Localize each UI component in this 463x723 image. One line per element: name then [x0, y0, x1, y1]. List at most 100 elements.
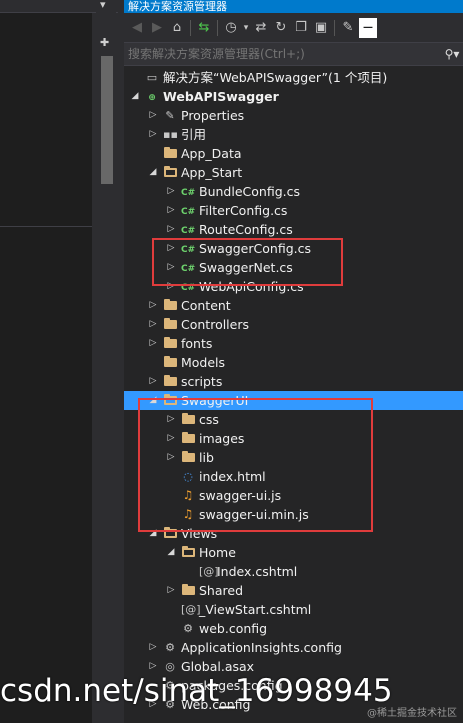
sync-icon[interactable]: ⇆	[195, 18, 213, 38]
folder-icon	[163, 334, 177, 353]
folder-icon	[163, 372, 177, 391]
tree-row[interactable]: ▷ ⚙ ApplicationInsights.config	[124, 638, 463, 657]
tree-row[interactable]: App_Data	[124, 144, 463, 163]
tree-item-label: Shared	[199, 583, 244, 598]
switch-icon[interactable]: ⇄	[252, 18, 270, 38]
search-input[interactable]	[124, 46, 441, 62]
tree-row[interactable]: ♫ swagger-ui.min.js	[124, 505, 463, 524]
editor-scrollbar-thumb[interactable]	[101, 56, 113, 184]
collapsed-arrow-icon[interactable]: ▷	[148, 106, 158, 125]
tree-item-label: SwaggerConfig.cs	[199, 241, 311, 256]
tree-item-label: WebAPISwagger	[163, 89, 279, 104]
tree-row[interactable]: [@] _ViewStart.cshtml	[124, 600, 463, 619]
dropdown-icon[interactable]: ▾	[100, 0, 106, 11]
collapsed-arrow-icon[interactable]: ▷	[148, 315, 158, 334]
refresh-icon[interactable]: ↻	[272, 18, 290, 38]
tree-row[interactable]: ▷ C# SwaggerConfig.cs	[124, 239, 463, 258]
tree-row[interactable]: ▷ C# FilterConfig.cs	[124, 201, 463, 220]
collapsed-arrow-icon[interactable]: ▷	[166, 258, 176, 277]
pin-icon[interactable]: ✚	[100, 36, 109, 49]
tree-item-label: Index.cshtml	[217, 564, 298, 579]
tree-row[interactable]: ▷ scripts	[124, 372, 463, 391]
tree-item-label: App_Data	[181, 146, 242, 161]
collapsed-arrow-icon[interactable]: ▷	[166, 448, 176, 467]
tree-row[interactable]: ▷ images	[124, 429, 463, 448]
tree-row[interactable]: ◢ Views	[124, 524, 463, 543]
tree-row[interactable]: ▷ ▪▪ 引用	[124, 125, 463, 144]
expanded-arrow-icon[interactable]: ◢	[148, 524, 158, 543]
tree-row[interactable]: ▷ Shared	[124, 581, 463, 600]
collapsed-arrow-icon[interactable]: ▷	[166, 220, 176, 239]
tree-row[interactable]: Models	[124, 353, 463, 372]
toolbar-separator	[190, 19, 191, 36]
folder-icon	[163, 353, 177, 372]
folder-icon	[181, 448, 195, 467]
tree-row[interactable]: ▷ fonts	[124, 334, 463, 353]
tree-item-label: ApplicationInsights.config	[181, 640, 342, 655]
expanded-arrow-icon[interactable]: ◢	[148, 163, 158, 182]
collapsed-arrow-icon[interactable]: ▷	[166, 429, 176, 448]
collapsed-arrow-icon[interactable]: ▷	[148, 334, 158, 353]
config-icon: ⚙	[165, 641, 175, 654]
tree-row[interactable]: ◌ index.html	[124, 467, 463, 486]
collapsed-arrow-icon[interactable]: ▷	[166, 581, 176, 600]
tree-row[interactable]: ◢ ⊕ WebAPISwagger	[124, 87, 463, 106]
collapsed-arrow-icon[interactable]: ▷	[166, 201, 176, 220]
collapsed-arrow-icon[interactable]: ▷	[166, 239, 176, 258]
folder-icon	[181, 581, 195, 600]
collapsed-arrow-icon[interactable]: ▷	[166, 182, 176, 201]
folder-open-icon	[163, 163, 177, 182]
tree-row[interactable]: ♫ swagger-ui.js	[124, 486, 463, 505]
tree-item-label: FilterConfig.cs	[199, 203, 288, 218]
panel-title: 解决方案资源管理器	[124, 0, 463, 13]
collapsed-arrow-icon[interactable]: ▷	[148, 638, 158, 657]
expanded-arrow-icon[interactable]: ◢	[148, 391, 158, 410]
tree-row[interactable]: ◢ SwaggerUI	[124, 391, 463, 410]
tree-row[interactable]: ▷ Controllers	[124, 315, 463, 334]
tree-item-label: _ViewStart.cshtml	[199, 602, 312, 617]
collapsed-arrow-icon[interactable]: ▷	[148, 125, 158, 144]
csharp-icon: C#	[181, 245, 196, 255]
collapsed-arrow-icon[interactable]: ▷	[166, 277, 176, 296]
back-icon[interactable]: ◀	[128, 18, 146, 38]
tree-row[interactable]: ▷ C# RouteConfig.cs	[124, 220, 463, 239]
tree-row[interactable]: ▷ ✎ Properties	[124, 106, 463, 125]
tree-row[interactable]: ▷ C# SwaggerNet.cs	[124, 258, 463, 277]
pin-icon[interactable]: —	[359, 17, 377, 38]
tree-row[interactable]: ▷ C# WebApiConfig.cs	[124, 277, 463, 296]
tree-row[interactable]: [@] Index.cshtml	[124, 562, 463, 581]
history-icon[interactable]: ◷	[222, 18, 240, 38]
explorer-toolbar: ◀ ▶ ⌂ ⇆ ◷ ▾ ⇄ ↻ ❐ ▣ ✎ —	[124, 13, 463, 42]
tree-row[interactable]: ▭ 解决方案“WebAPISwagger”(1 个项目)	[124, 68, 463, 87]
tree-row[interactable]: ▷ css	[124, 410, 463, 429]
collapse-icon[interactable]: ▣	[312, 18, 330, 38]
forward-icon[interactable]: ▶	[148, 18, 166, 38]
tree-item-label: index.html	[199, 469, 266, 484]
folder-icon	[181, 429, 195, 448]
collapsed-arrow-icon[interactable]: ▷	[166, 410, 176, 429]
tree-item-label: SwaggerUI	[181, 393, 249, 408]
solution-tree: ▭ 解决方案“WebAPISwagger”(1 个项目) ◢ ⊕ WebAPISwagg…	[124, 68, 463, 714]
tree-item-label: swagger-ui.min.js	[199, 507, 309, 522]
tree-row[interactable]: ⚙ web.config	[124, 619, 463, 638]
collapsed-arrow-icon[interactable]: ▷	[148, 296, 158, 315]
tree-row[interactable]: ◢ App_Start	[124, 163, 463, 182]
home-icon[interactable]: ⌂	[168, 18, 186, 38]
tree-row[interactable]: ◢ Home	[124, 543, 463, 562]
tree-item-label: images	[199, 431, 245, 446]
dropdown-icon[interactable]: ▾	[242, 18, 250, 38]
csharp-icon: C#	[181, 188, 196, 198]
properties-icon[interactable]: ✎	[339, 18, 357, 38]
expanded-arrow-icon[interactable]: ◢	[130, 87, 140, 106]
tree-row[interactable]: ▷ lib	[124, 448, 463, 467]
tree-item-label: BundleConfig.cs	[199, 184, 300, 199]
tree-row[interactable]: ▷ Content	[124, 296, 463, 315]
tree-item-label: WebApiConfig.cs	[199, 279, 304, 294]
expanded-arrow-icon[interactable]: ◢	[166, 543, 176, 562]
collapsed-arrow-icon[interactable]: ▷	[148, 372, 158, 391]
search-icon[interactable]: ⚲▾	[441, 47, 463, 61]
tree-row[interactable]: ▷ C# BundleConfig.cs	[124, 182, 463, 201]
tree-item-label: SwaggerNet.cs	[199, 260, 293, 275]
copy-icon[interactable]: ❐	[292, 18, 310, 38]
folder-icon	[181, 410, 195, 429]
